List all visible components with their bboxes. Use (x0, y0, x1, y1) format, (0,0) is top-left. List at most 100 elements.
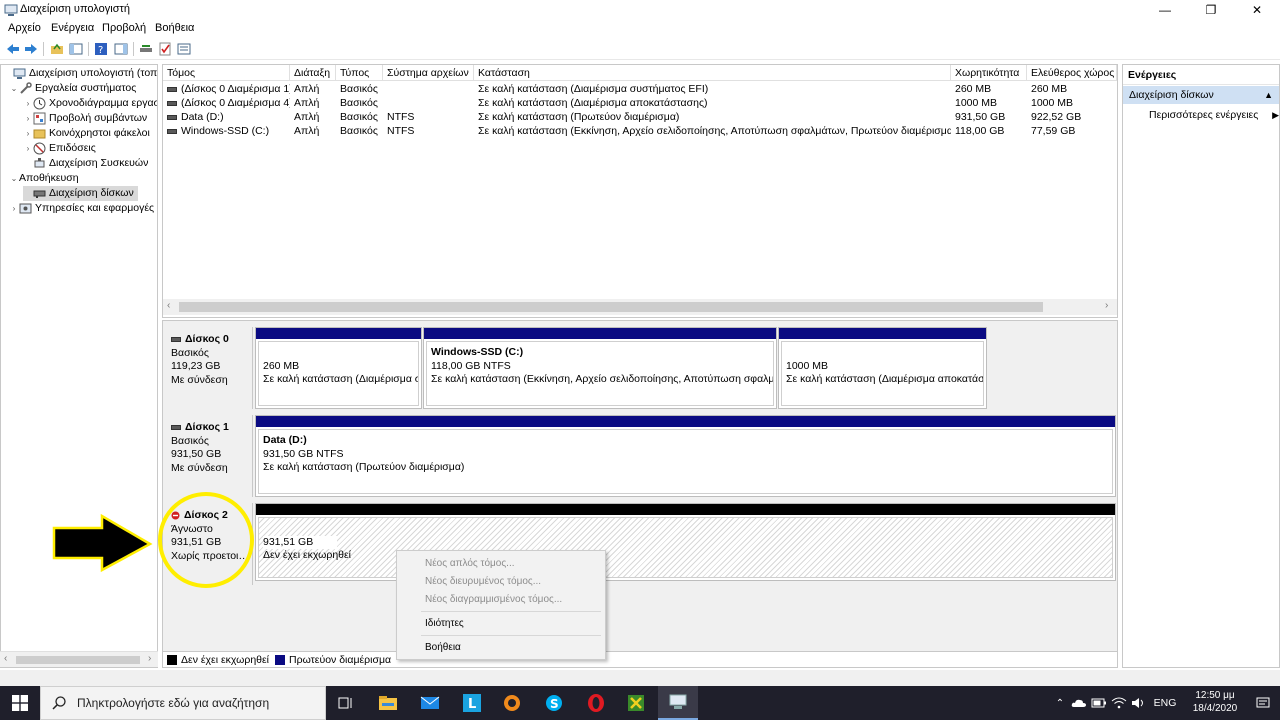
disk-0-label[interactable]: Δίσκος 0 Βασικός 119,23 GB Με σύνδεση (165, 327, 253, 409)
back-arrow-icon[interactable] (4, 40, 22, 58)
partition-disk0-recovery[interactable]: 1000 MB Σε καλή κατάσταση (Διαμέρισμα απ… (778, 327, 987, 409)
tree-item-computer-management[interactable]: Διαχείριση υπολογιστή (τοπικά) (3, 66, 157, 81)
disk-1-label[interactable]: Δίσκος 1 Βασικός 931,50 GB Με σύνδεση (165, 415, 253, 497)
file-explorer-icon[interactable] (368, 686, 408, 720)
tree-expander[interactable]: › (23, 111, 33, 126)
table-cell: Σε καλή κατάσταση (Πρωτεύον διαμέρισμα) (478, 111, 680, 123)
collapse-up-icon[interactable]: ▲ (1264, 86, 1273, 104)
tree-item-system-tools[interactable]: ⌄ Εργαλεία συστήματος (9, 81, 137, 96)
tree-item-performance[interactable]: › Επιδόσεις (23, 141, 96, 156)
table-cell: Απλή (294, 125, 320, 137)
app-l-icon[interactable]: L (452, 686, 492, 720)
volume-horizontal-scrollbar[interactable]: ‹ › (163, 299, 1117, 315)
table-row[interactable]: (Δίσκος 0 Διαμέρισμα 4) (163, 96, 290, 110)
legend-label: Δεν έχει εκχωρηθεί (181, 653, 270, 666)
mail-icon[interactable] (410, 686, 450, 720)
forward-arrow-icon[interactable] (22, 40, 40, 58)
tree-item-event-viewer[interactable]: › Προβολή συμβάντων (23, 111, 147, 126)
column-header-file-system[interactable]: Σύστημα αρχείων (383, 65, 474, 81)
task-view-icon[interactable] (326, 686, 366, 720)
tree-item-shared-folders[interactable]: › Κοινόχρηστοι φάκελοι (23, 126, 150, 141)
tree-horizontal-scrollbar[interactable]: ‹ › (0, 651, 158, 667)
close-button[interactable]: ✕ (1234, 0, 1280, 20)
column-header-volume[interactable]: Τόμος (163, 65, 290, 81)
show-tree-icon[interactable] (67, 40, 85, 58)
partition-disk0-windows[interactable]: Windows-SSD (C:) 118,00 GB NTFS Σε καλή … (423, 327, 777, 409)
actions-section-disk-management[interactable]: Διαχείριση δίσκων ▲ (1123, 86, 1279, 104)
tree-item-storage[interactable]: ⌄ Αποθήκευση (9, 171, 79, 186)
column-header-capacity[interactable]: Χωρητικότητα (951, 65, 1027, 81)
table-row[interactable]: Data (D:) (163, 110, 290, 124)
tree-item-disk-management[interactable]: Διαχείριση δίσκων (23, 186, 138, 201)
menu-item-new-striped-volume[interactable]: Νέος διαγραμμισμένος τόμος... (425, 591, 562, 609)
minimize-button[interactable]: — (1142, 0, 1188, 20)
help-icon[interactable]: ? (92, 40, 110, 58)
opera-icon[interactable] (576, 686, 616, 720)
table-cell: Βασικός (340, 125, 378, 137)
menu-view[interactable]: Προβολή (102, 22, 146, 34)
clock[interactable]: 12:50 μμ 18/4/2020 (1184, 689, 1246, 717)
volume-list: Τόμος Διάταξη Τύπος Σύστημα αρχείων Κατά… (162, 64, 1118, 318)
tree-expander[interactable]: ⌄ (9, 171, 19, 186)
column-header-free-space[interactable]: Ελεύθερος χώρος (1027, 65, 1117, 81)
menu-file[interactable]: Αρχείο (8, 22, 41, 34)
more-actions-item[interactable]: Περισσότερες ενέργειες ▶ (1149, 107, 1279, 123)
tree-expander[interactable]: › (9, 201, 19, 216)
column-header-type[interactable]: Τύπος (336, 65, 383, 81)
volume-speaker-icon[interactable] (1130, 686, 1148, 720)
scroll-thumb[interactable] (16, 656, 140, 664)
column-header-layout[interactable]: Διάταξη (290, 65, 336, 81)
primary-partition-bar (779, 328, 986, 339)
app-orange-icon[interactable] (492, 686, 532, 720)
computer-management-taskbar-icon[interactable] (658, 686, 698, 720)
partition-disk0-efi[interactable]: 260 MB Σε καλή κατάσταση (Διαμέρισμα συσ… (255, 327, 422, 409)
table-row[interactable]: Windows-SSD (C:) (163, 124, 290, 138)
menu-item-help[interactable]: Βοήθεια (425, 639, 461, 657)
column-header-status[interactable]: Κατάσταση (474, 65, 951, 81)
scroll-right-icon[interactable]: › (1105, 300, 1108, 311)
onedrive-cloud-icon[interactable] (1070, 686, 1088, 720)
title-bar: Διαχείριση υπολογιστή — ❐ ✕ (0, 0, 1280, 20)
partition-disk1-data[interactable]: Data (D:) 931,50 GB NTFS Σε καλή κατάστα… (255, 415, 1116, 497)
scroll-left-icon[interactable]: ‹ (4, 653, 7, 664)
disk-size: 119,23 GB (171, 360, 221, 372)
menu-item-properties[interactable]: Ιδιότητες (425, 615, 464, 633)
event-viewer-icon (33, 112, 46, 125)
tree-item-task-scheduler[interactable]: › Χρονοδιάγραμμα εργασιών (23, 96, 157, 111)
partition-disk2-unallocated[interactable]: 931,51 GB Δεν έχει εκχωρηθεί (255, 503, 1116, 581)
up-folder-icon[interactable] (48, 40, 66, 58)
menu-item-new-spanned-volume[interactable]: Νέος διευρυμένος τόμος... (425, 573, 541, 591)
wifi-icon[interactable] (1110, 686, 1128, 720)
skype-icon[interactable]: S (534, 686, 574, 720)
scroll-thumb[interactable] (179, 302, 1043, 312)
taskbar-search-box[interactable]: Πληκτρολογήστε εδώ για αναζήτηση (40, 686, 326, 720)
show-action-pane-icon[interactable] (112, 40, 130, 58)
start-button[interactable] (0, 686, 40, 720)
tree-item-services-applications[interactable]: › Υπηρεσίες και εφαρμογές (9, 201, 154, 216)
notifications-icon[interactable] (1252, 686, 1274, 720)
tree-expander[interactable]: › (23, 96, 33, 111)
tree-expander[interactable]: › (23, 141, 33, 156)
scroll-right-icon[interactable]: › (148, 653, 151, 664)
properties-icon[interactable] (175, 40, 193, 58)
connect-drive-icon[interactable] (137, 40, 155, 58)
app-green-icon[interactable] (616, 686, 656, 720)
tree-item-label: Προβολή συμβάντων (49, 112, 148, 124)
scroll-left-icon[interactable]: ‹ (167, 300, 170, 311)
battery-icon[interactable] (1090, 686, 1108, 720)
services-icon (19, 203, 32, 214)
check-icon[interactable] (156, 40, 174, 58)
tree-item-device-manager[interactable]: Διαχείριση Συσκευών (23, 156, 148, 171)
partition-status: Σε καλή κατάσταση (Εκκίνηση, Αρχείο σελι… (431, 373, 774, 385)
tree-expander[interactable]: ⌄ (9, 81, 19, 96)
tree-expander[interactable]: › (23, 126, 33, 141)
legend-label: Πρωτεύον διαμέρισμα (289, 653, 392, 666)
language-indicator[interactable]: ENG (1150, 686, 1180, 720)
table-cell: 77,59 GB (1031, 125, 1076, 137)
maximize-button[interactable]: ❐ (1188, 0, 1234, 20)
menu-help[interactable]: Βοήθεια (155, 22, 194, 34)
tray-chevron-up-icon[interactable]: ⌃ (1052, 686, 1068, 720)
table-row[interactable]: (Δίσκος 0 Διαμέρισμα 1) (163, 82, 290, 96)
menu-item-new-simple-volume[interactable]: Νέος απλός τόμος... (425, 555, 515, 573)
menu-action[interactable]: Ενέργεια (51, 22, 94, 34)
